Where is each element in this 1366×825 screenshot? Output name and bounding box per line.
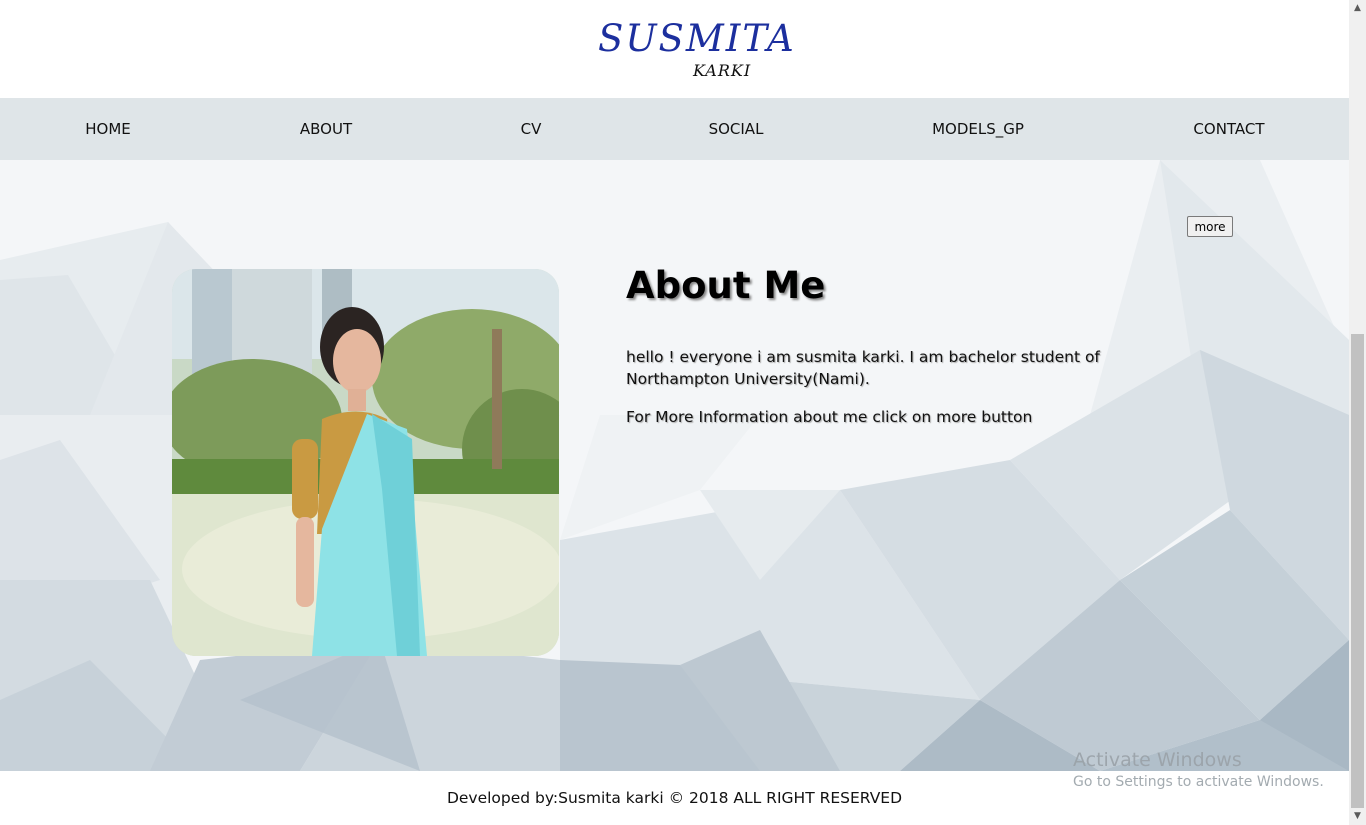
more-button[interactable]: more [1187, 216, 1233, 237]
page: SUSMITA KARKI HOME ABOUT CV SOCIAL MODEL… [0, 0, 1349, 825]
nav-contact[interactable]: CONTACT [1193, 98, 1264, 160]
nav-cv[interactable]: CV [521, 98, 542, 160]
nav-models-gp[interactable]: MODELS_GP [932, 98, 1024, 160]
about-title: About Me [626, 264, 826, 307]
nav-home[interactable]: HOME [85, 98, 131, 160]
activate-windows-watermark: Activate Windows Go to Settings to activ… [1073, 748, 1324, 792]
scrollbar-thumb[interactable] [1351, 334, 1364, 808]
about-paragraph-intro: hello ! everyone i am susmita karki. I a… [626, 348, 1100, 388]
watermark-subtitle: Go to Settings to activate Windows. [1073, 774, 1324, 790]
about-paragraph-more: For More Information about me click on m… [626, 408, 1033, 426]
nav-about[interactable]: ABOUT [300, 98, 352, 160]
main-nav: HOME ABOUT CV SOCIAL MODELS_GP CONTACT [0, 98, 1349, 160]
triangle-up-icon[interactable]: ▲ [1349, 0, 1366, 17]
logo-last-name: KARKI [693, 61, 752, 80]
watermark-title: Activate Windows [1073, 749, 1242, 771]
profile-photo [172, 269, 559, 656]
logo-first-name: SUSMITA [598, 17, 796, 60]
vertical-scrollbar[interactable]: ▲ ▼ [1349, 0, 1366, 825]
site-logo[interactable]: SUSMITA KARKI [0, 0, 1349, 98]
triangle-down-icon[interactable]: ▼ [1349, 808, 1366, 825]
about-section: more About Me hello ! everyone i am susm… [0, 160, 1349, 771]
nav-social[interactable]: SOCIAL [709, 98, 764, 160]
